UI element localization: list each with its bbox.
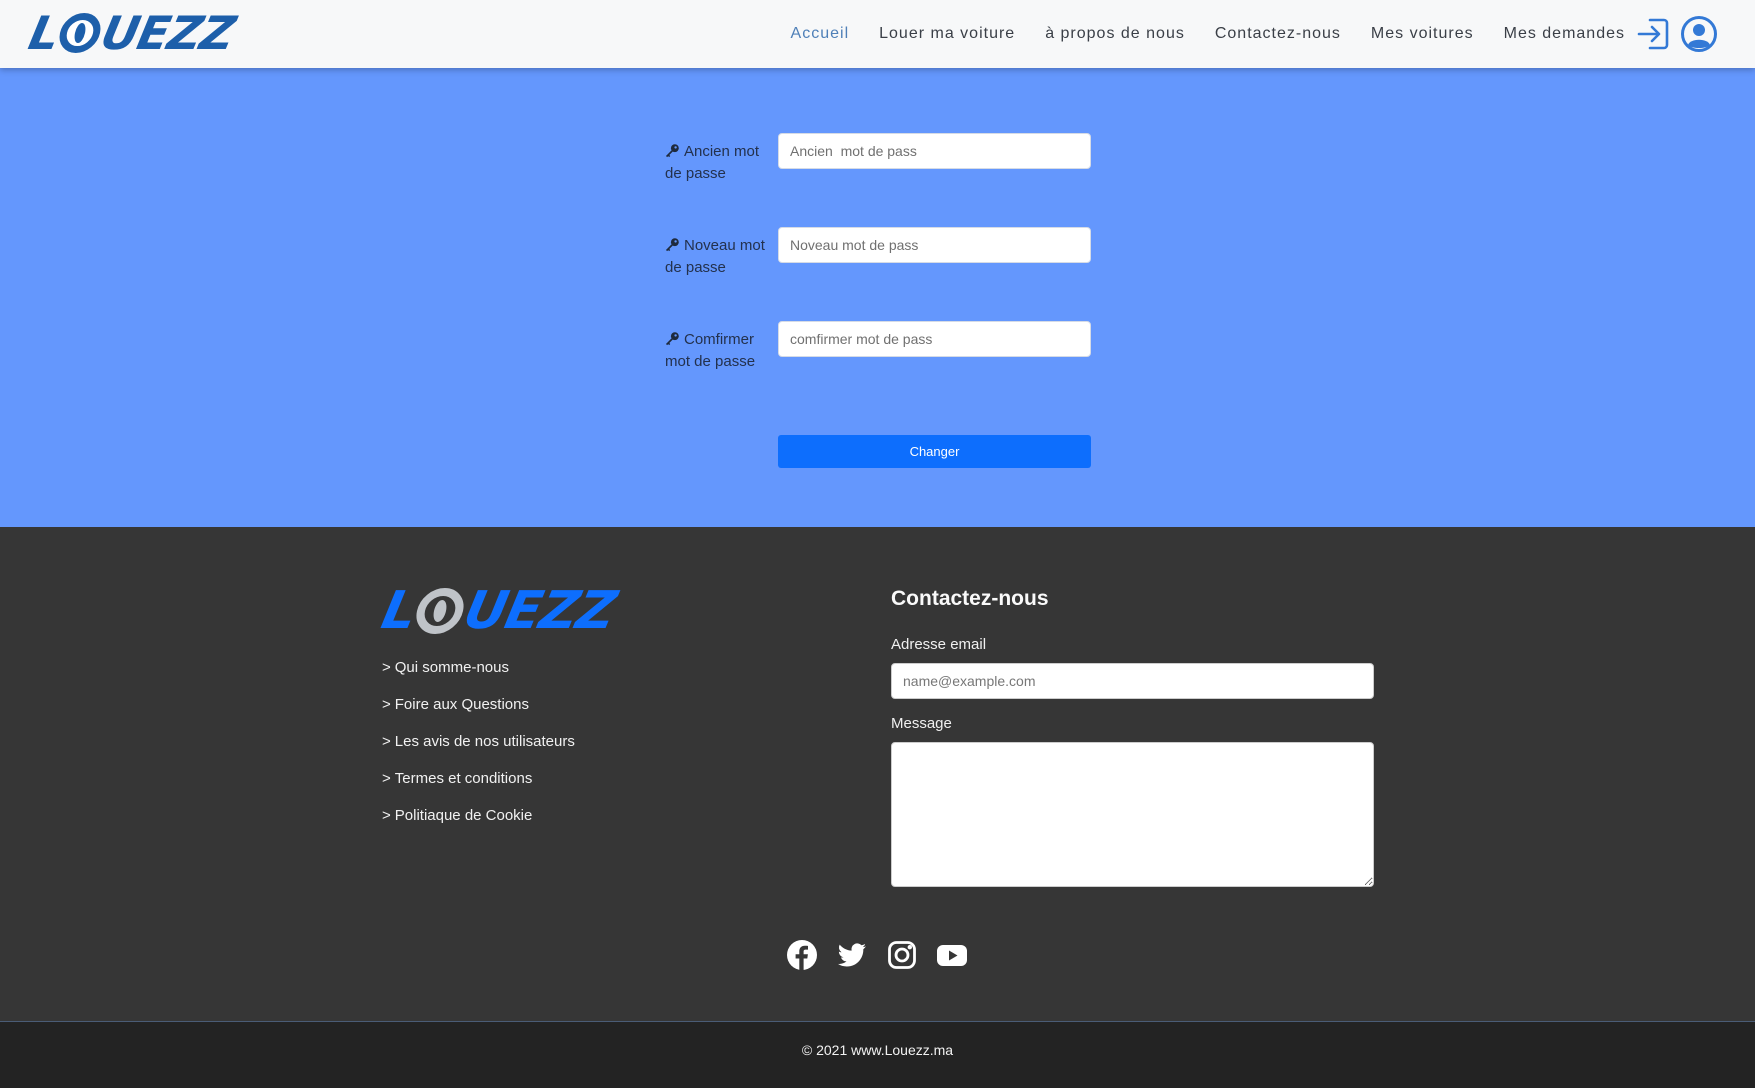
footer-logo-first-letter: L — [376, 581, 422, 641]
footer-logo-rest: UEZZ — [458, 581, 621, 641]
old-password-input[interactable] — [778, 133, 1091, 169]
footer-link-qui-somme-nous[interactable]: > Qui somme-nous — [382, 659, 575, 696]
contact-title: Contactez-nous — [891, 587, 1049, 610]
new-password-label: Noveau mot de passe — [665, 237, 765, 276]
twitter-icon[interactable] — [836, 939, 868, 971]
nav-link-louer-ma-voiture[interactable]: Louer ma voiture — [879, 25, 1015, 43]
copyright-bar: © 2021 www.Louezz.ma — [0, 1021, 1755, 1088]
tire-icon — [56, 13, 105, 53]
change-password-button[interactable]: Changer — [778, 435, 1091, 468]
brand-logo-first-letter: L — [24, 6, 65, 60]
footer: L UEZZ > Qui somme-nous > Foire aux Questi… — [0, 527, 1755, 1021]
social-links — [786, 939, 968, 971]
link-arrow: > — [382, 733, 391, 750]
new-password-input[interactable] — [778, 227, 1091, 263]
footer-links: > Qui somme-nous > Foire aux Questions > Le… — [382, 659, 575, 844]
youtube-icon[interactable] — [936, 939, 968, 971]
nav-link-contact[interactable]: Contactez-nous — [1215, 25, 1341, 43]
footer-logo[interactable]: L UEZZ — [377, 581, 621, 641]
key-icon — [665, 238, 679, 252]
key-icon — [665, 144, 679, 158]
nav-link-accueil[interactable]: Accueil — [791, 25, 850, 43]
link-arrow: > — [382, 770, 391, 787]
link-arrow: > — [382, 807, 391, 824]
confirm-password-label: Comfirmer mot de passe — [665, 331, 756, 370]
facebook-icon[interactable] — [786, 939, 818, 971]
nav-link-a-propos[interactable]: à propos de nous — [1045, 25, 1185, 43]
copyright-text: © 2021 www.Louezz.ma — [801, 1042, 954, 1058]
email-label: Adresse email — [891, 636, 987, 653]
footer-link-termes[interactable]: > Termes et conditions — [382, 770, 575, 807]
instagram-icon[interactable] — [886, 939, 918, 971]
key-icon — [665, 332, 679, 346]
tire-icon — [412, 588, 469, 634]
footer-link-faq[interactable]: > Foire aux Questions — [382, 696, 575, 733]
message-label: Message — [891, 715, 952, 732]
main-nav: Accueil Louer ma voiture à propos de nou… — [791, 0, 1625, 68]
sign-in-icon[interactable] — [1636, 16, 1672, 52]
brand-logo-rest: UEZZ — [96, 6, 240, 60]
link-arrow: > — [382, 696, 391, 713]
user-circle-icon[interactable] — [1680, 15, 1718, 53]
footer-link-avis[interactable]: > Les avis de nos utilisateurs — [382, 733, 575, 770]
brand-logo[interactable]: L UEZZ — [24, 6, 239, 60]
navbar: L UEZZ Accueil Louer ma voiture à propos… — [0, 0, 1755, 68]
link-arrow: > — [382, 659, 391, 676]
email-input[interactable] — [891, 663, 1374, 699]
nav-link-mes-voitures[interactable]: Mes voitures — [1371, 25, 1474, 43]
confirm-password-input[interactable] — [778, 321, 1091, 357]
old-password-label: Ancien mot de passe — [665, 143, 760, 182]
nav-link-mes-demandes[interactable]: Mes demandes — [1504, 25, 1625, 43]
footer-link-cookie[interactable]: > Politiaque de Cookie — [382, 807, 575, 844]
message-textarea[interactable] — [891, 742, 1374, 887]
